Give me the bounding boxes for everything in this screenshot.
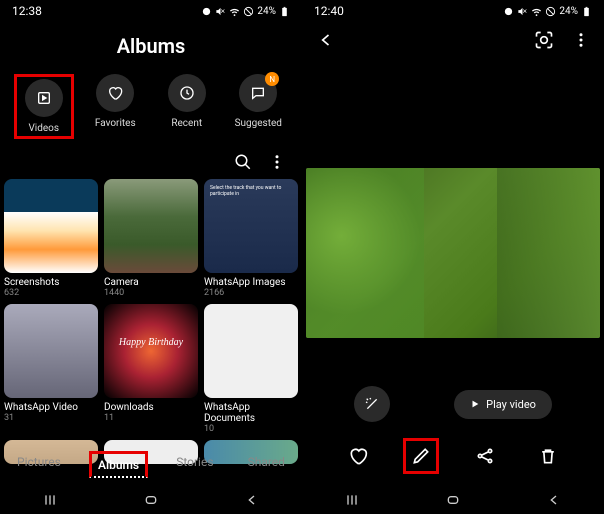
playback-controls: Play video: [302, 386, 604, 422]
page-title: Albums: [0, 34, 302, 58]
album-item[interactable]: WhatsApp Documents10: [204, 304, 298, 434]
share-icon: [475, 446, 495, 466]
mute-icon: [517, 6, 528, 17]
no-sim-icon: [243, 6, 254, 17]
clock-icon: [179, 85, 195, 101]
nav-bar: [0, 486, 302, 514]
action-bar: [302, 438, 604, 474]
bottom-tabs: Pictures Albums Stories Shared: [0, 443, 302, 486]
wifi-icon: [531, 6, 542, 17]
scan-icon[interactable]: [534, 30, 554, 50]
albums-grid: Screenshots632 Camera1440 WhatsApp Image…: [0, 179, 302, 464]
alarm-icon: [201, 6, 212, 17]
status-icons: 24%: [201, 6, 290, 17]
quick-favorites[interactable]: Favorites: [85, 74, 145, 139]
home-icon[interactable]: [445, 492, 461, 508]
heart-icon: [107, 85, 123, 101]
recents-icon[interactable]: [42, 492, 58, 508]
more-icon[interactable]: [572, 31, 590, 49]
viewer-header: [302, 22, 604, 58]
status-icons: 24%: [503, 6, 592, 17]
tab-stories[interactable]: Stories: [170, 451, 219, 478]
heart-icon: [348, 446, 368, 466]
video-preview[interactable]: [306, 168, 600, 338]
back-icon[interactable]: [244, 492, 260, 508]
album-item[interactable]: WhatsApp Images2166: [204, 179, 298, 298]
quick-recent[interactable]: Recent: [157, 74, 217, 139]
status-bar: 12:40 24%: [302, 0, 604, 22]
quick-suggested[interactable]: N Suggested: [228, 74, 288, 139]
more-icon[interactable]: [268, 153, 286, 171]
clock: 12:38: [12, 4, 42, 18]
tab-shared[interactable]: Shared: [242, 451, 291, 478]
battery-icon: [581, 6, 592, 17]
album-item[interactable]: WhatsApp Video31: [4, 304, 98, 434]
gallery-albums-screen: 12:38 24% Albums Videos Favorites Recent: [0, 0, 302, 514]
badge: N: [265, 72, 279, 86]
back-icon[interactable]: [546, 492, 562, 508]
home-icon[interactable]: [143, 492, 159, 508]
delete-button[interactable]: [530, 438, 566, 474]
battery-percent: 24%: [257, 6, 276, 17]
album-item[interactable]: Camera1440: [104, 179, 198, 298]
play-icon: [470, 399, 480, 409]
favorite-button[interactable]: [340, 438, 376, 474]
album-item[interactable]: Screenshots632: [4, 179, 98, 298]
battery-icon: [279, 6, 290, 17]
album-item[interactable]: Downloads11: [104, 304, 198, 434]
effects-button[interactable]: [354, 386, 390, 422]
recents-icon[interactable]: [344, 492, 360, 508]
search-icon[interactable]: [234, 153, 252, 171]
tab-albums[interactable]: Albums: [89, 451, 148, 478]
back-arrow-icon[interactable]: [316, 30, 336, 50]
share-button[interactable]: [467, 438, 503, 474]
status-bar: 12:38 24%: [0, 0, 302, 22]
battery-percent: 24%: [559, 6, 578, 17]
quick-access-row: Videos Favorites Recent N Suggested: [0, 74, 302, 139]
play-video-button[interactable]: Play video: [454, 390, 552, 419]
chat-icon: [250, 85, 266, 101]
video-viewer-screen: 12:40 24% Play video: [302, 0, 604, 514]
trash-icon: [538, 446, 558, 466]
tab-pictures[interactable]: Pictures: [11, 451, 67, 478]
wand-icon: [364, 396, 380, 412]
wifi-icon: [229, 6, 240, 17]
play-icon: [36, 90, 52, 106]
edit-button[interactable]: [403, 438, 439, 474]
no-sim-icon: [545, 6, 556, 17]
alarm-icon: [503, 6, 514, 17]
clock: 12:40: [314, 4, 344, 18]
pencil-icon: [411, 446, 431, 466]
mute-icon: [215, 6, 226, 17]
quick-videos[interactable]: Videos: [14, 74, 74, 139]
nav-bar: [302, 486, 604, 514]
